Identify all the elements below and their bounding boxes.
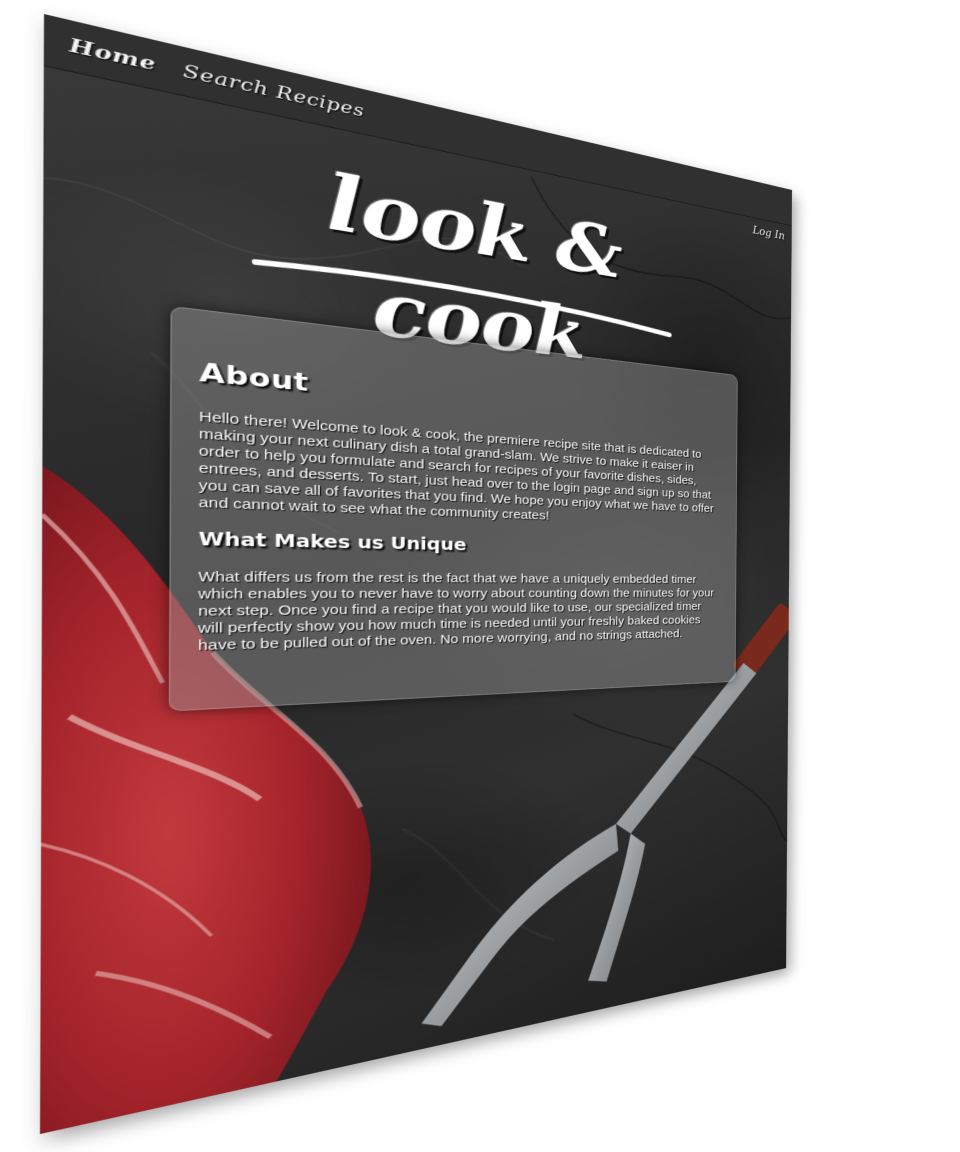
- browser-viewport: Home Search Recipes Log In look & cook A…: [0, 0, 960, 1152]
- web-page: Home Search Recipes Log In look & cook A…: [40, 14, 793, 1135]
- nav-home-link[interactable]: Home: [69, 34, 156, 75]
- about-panel: About Hello there! Welcome to look & coo…: [168, 305, 738, 712]
- unique-heading: What Makes us Unique: [198, 528, 467, 555]
- unique-text: What differs us from the rest is the fac…: [197, 569, 714, 654]
- about-intro-text: Hello there! Welcome to look & cook, the…: [198, 409, 714, 523]
